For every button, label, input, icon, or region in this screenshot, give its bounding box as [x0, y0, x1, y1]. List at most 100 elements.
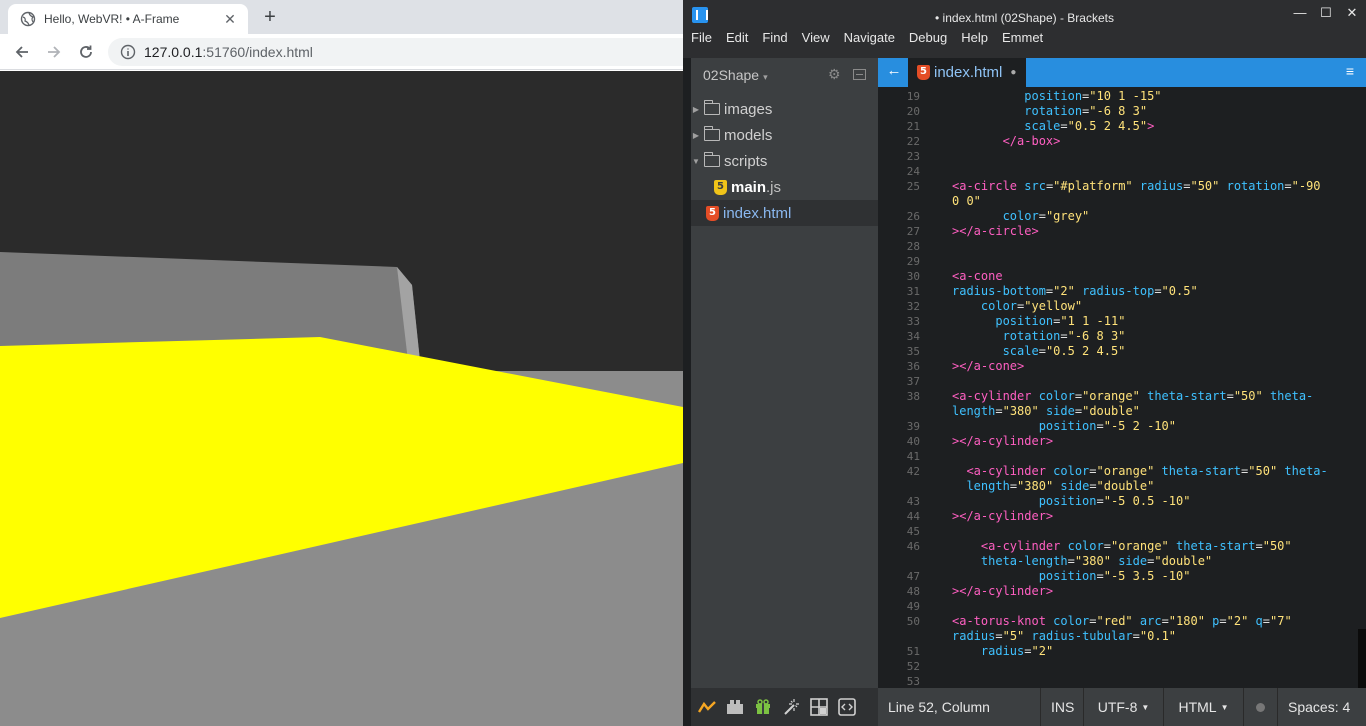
code-token: "orange" [1096, 464, 1162, 478]
chevron-right-icon[interactable]: ▶ [691, 131, 701, 140]
menu-file[interactable]: File [691, 30, 712, 45]
code-line[interactable]: 29 [878, 254, 1358, 269]
code-line[interactable]: 27 ></a-circle> [878, 224, 1358, 239]
code-line[interactable]: 31 radius-bottom="2" radius-top="0.5" [878, 284, 1358, 299]
code-line[interactable]: length="380" side="double" [878, 404, 1358, 419]
new-tab-button[interactable]: + [258, 5, 282, 29]
code-token: = [995, 404, 1003, 418]
code-line[interactable]: 43 position="-5 0.5 -10" [878, 494, 1358, 509]
aframe-scene-canvas[interactable] [0, 71, 683, 726]
address-bar[interactable]: 127.0.0.1:51760/index.html [108, 38, 708, 66]
code-line[interactable]: 36 ></a-cone> [878, 359, 1358, 374]
grid-icon[interactable] [809, 697, 829, 717]
code-line[interactable]: 48 ></a-cylinder> [878, 584, 1358, 599]
code-line[interactable]: 22 </a-box> [878, 134, 1358, 149]
tree-item-images[interactable]: ▶ images [691, 96, 878, 122]
project-dropdown[interactable]: 02Shape ▾ [703, 67, 768, 83]
menu-find[interactable]: Find [762, 30, 787, 45]
code-text: <a-cylinder color="orange" theta-start="… [952, 464, 1327, 479]
tree-item-models[interactable]: ▶ models [691, 122, 878, 148]
chevron-down-icon: ▼ [1141, 702, 1150, 712]
browser-tab[interactable]: Hello, WebVR! • A-Frame ✕ [8, 4, 248, 34]
encoding-select[interactable]: UTF-8 ▼ [1083, 688, 1163, 726]
tree-item-index-html[interactable]: 5 index.html [691, 200, 878, 226]
hamburger-menu-icon[interactable]: ≡ [1346, 63, 1354, 79]
menu-debug[interactable]: Debug [909, 30, 947, 45]
code-line[interactable]: 53 [878, 674, 1358, 688]
code-token: "double" [1154, 554, 1213, 568]
code-line[interactable]: 47 position="-5 3.5 -10" [878, 569, 1358, 584]
code-line[interactable]: 33 position="1 1 -11" [878, 314, 1358, 329]
code-line[interactable]: 26 color="grey" [878, 209, 1358, 224]
split-view-icon[interactable] [853, 69, 866, 80]
menu-edit[interactable]: Edit [726, 30, 748, 45]
code-line[interactable]: 46 <a-cylinder color="orange" theta-star… [878, 539, 1358, 554]
cursor-position[interactable]: Line 52, Column [878, 688, 1040, 726]
code-line[interactable]: 35 scale="0.5 2 4.5" [878, 344, 1358, 359]
code-line[interactable]: 24 [878, 164, 1358, 179]
back-arrow-icon[interactable]: ← [884, 62, 904, 79]
code-line[interactable]: 19 position="10 1 -15" [878, 89, 1358, 104]
minimize-button[interactable]: — [1287, 4, 1313, 24]
menu-view[interactable]: View [802, 30, 830, 45]
scene-render [0, 71, 683, 726]
code-line[interactable]: 42 <a-cylinder color="orange" theta-star… [878, 464, 1358, 479]
menu-bar: File Edit Find View Navigate Debug Help … [691, 30, 1057, 45]
close-tab-icon[interactable]: ✕ [222, 11, 238, 28]
code-line[interactable]: 49 [878, 599, 1358, 614]
code-line[interactable]: 34 rotation="-6 8 3" [878, 329, 1358, 344]
code-editor[interactable]: 53 52 51 radius="2" radius="5" radius-tubul… [878, 87, 1366, 688]
code-token: theta-length [980, 554, 1068, 568]
gear-icon[interactable]: ⚙ [828, 66, 841, 83]
code-line[interactable]: 40 ></a-cylinder> [878, 434, 1358, 449]
code-icon[interactable] [837, 697, 857, 717]
close-window-button[interactable]: ✕ [1339, 4, 1365, 24]
code-line[interactable]: length="380" side="double" [878, 479, 1358, 494]
code-line[interactable]: 20 rotation="-6 8 3" [878, 104, 1358, 119]
magic-wand-icon[interactable] [781, 697, 801, 717]
code-line[interactable]: 25 <a-circle src="#platform" radius="50" … [878, 179, 1358, 194]
insert-mode[interactable]: INS [1040, 688, 1083, 726]
editor-tab-index-html[interactable]: 5 index.html ● [908, 58, 1027, 87]
menu-navigate[interactable]: Navigate [844, 30, 895, 45]
code-token: = [1089, 614, 1097, 628]
code-line[interactable]: 45 [878, 524, 1358, 539]
code-line[interactable]: 52 [878, 659, 1358, 674]
code-line[interactable]: 51 radius="2" [878, 644, 1358, 659]
menu-help[interactable]: Help [961, 30, 988, 45]
code-line[interactable]: 44 ></a-cylinder> [878, 509, 1358, 524]
reload-button[interactable] [74, 40, 98, 64]
forward-button[interactable] [42, 40, 66, 64]
line-number: 30 [906, 270, 920, 283]
code-line[interactable]: 32 color="yellow" [878, 299, 1358, 314]
live-preview-icon[interactable] [697, 697, 717, 717]
code-line[interactable]: 37 [878, 374, 1358, 389]
folder-icon [704, 100, 720, 115]
extension-manager-icon[interactable] [725, 697, 745, 717]
chevron-down-icon[interactable]: ▼ [691, 157, 701, 166]
tree-item-scripts[interactable]: ▼ scripts [691, 148, 878, 174]
code-text: position="-5 2 -10" [952, 419, 1176, 434]
language-select[interactable]: HTML ▼ [1163, 688, 1243, 726]
code-line[interactable]: 0 0" [878, 194, 1358, 209]
back-button[interactable] [10, 40, 34, 64]
menu-emmet[interactable]: Emmet [1002, 30, 1043, 45]
vertical-scrollbar[interactable] [1358, 629, 1366, 688]
maximize-button[interactable]: ☐ [1313, 4, 1339, 24]
code-line[interactable]: 41 [878, 449, 1358, 464]
code-line[interactable]: 39 position="-5 2 -10" [878, 419, 1358, 434]
code-line[interactable]: theta-length="380" side="double" [878, 554, 1358, 569]
chevron-right-icon[interactable]: ▶ [691, 105, 701, 114]
code-line[interactable]: 21 scale="0.5 2 4.5"> [878, 119, 1358, 134]
code-text: rotation="-6 8 3" [952, 329, 1126, 344]
code-line[interactable]: radius="5" radius-tubular="0.1" [878, 629, 1358, 644]
gift-icon[interactable] [753, 697, 773, 717]
code-line[interactable]: 50 <a-torus-knot color="red" arc="180" p=… [878, 614, 1358, 629]
code-line[interactable]: 38 <a-cylinder color="orange" theta-start… [878, 389, 1358, 404]
lint-status[interactable] [1243, 688, 1277, 726]
code-line[interactable]: 23 [878, 149, 1358, 164]
indent-setting[interactable]: Spaces: 4 [1277, 688, 1366, 726]
tree-item-main-js[interactable]: 5 main.js [691, 174, 878, 200]
code-line[interactable]: 28 [878, 239, 1358, 254]
code-line[interactable]: 30 <a-cone [878, 269, 1358, 284]
